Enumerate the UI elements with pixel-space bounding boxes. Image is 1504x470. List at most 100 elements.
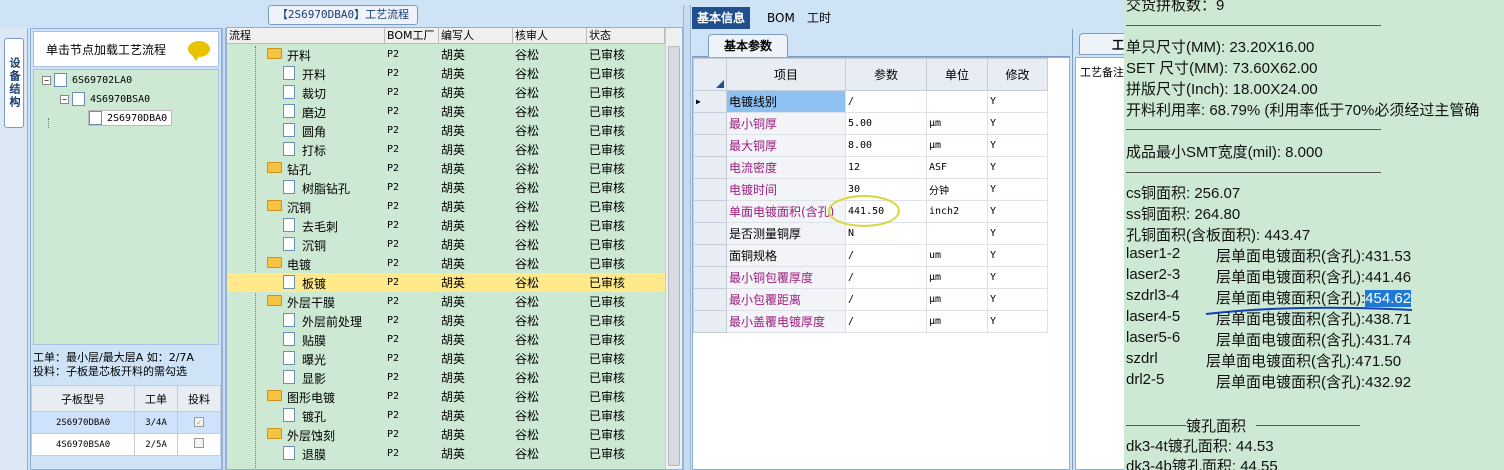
col-header-unit[interactable]: 单位 xyxy=(926,58,988,91)
row-indicator[interactable] xyxy=(693,266,727,289)
col-header-flow[interactable]: 流程 xyxy=(227,28,385,43)
param-item-name[interactable]: 最小包覆距离 xyxy=(726,288,846,311)
row-indicator[interactable] xyxy=(693,156,727,179)
flow-title-tab[interactable]: 【2S6970DBA0】工艺流程 xyxy=(268,5,418,25)
param-item-name[interactable]: 最小铜厚 xyxy=(726,112,846,135)
col-header-status[interactable]: 状态 xyxy=(587,28,665,43)
scrollbar-thumb[interactable] xyxy=(668,46,680,466)
row-indicator[interactable] xyxy=(693,112,727,135)
row-indicator[interactable] xyxy=(693,200,727,223)
param-modify[interactable]: Y xyxy=(987,156,1048,179)
param-unit[interactable]: μm xyxy=(926,288,988,311)
param-unit[interactable]: 分钟 xyxy=(926,178,988,201)
param-modify[interactable]: Y xyxy=(987,222,1048,245)
param-value[interactable]: 8.00 xyxy=(845,134,927,157)
cell-model[interactable]: 2S6970DBA0 xyxy=(30,411,136,434)
param-item-name[interactable]: 电流密度 xyxy=(726,156,846,179)
flow-row[interactable]: 退膜 P2 胡英 谷松 已审核 xyxy=(227,444,665,463)
param-unit[interactable]: inch2 xyxy=(926,200,988,223)
collapse-icon[interactable]: − xyxy=(42,75,51,85)
param-unit[interactable]: um xyxy=(926,244,988,267)
feed-checkbox[interactable] xyxy=(194,438,205,448)
param-modify[interactable]: Y xyxy=(987,266,1048,289)
feed-checkbox[interactable]: ✓ xyxy=(194,417,205,427)
row-indicator[interactable] xyxy=(693,288,727,311)
flow-row[interactable]: 钻孔 P2 胡英 谷松 已审核 xyxy=(227,159,665,178)
param-item-name[interactable]: 面铜规格 xyxy=(726,244,846,267)
flow-row[interactable]: 电镀 P2 胡英 谷松 已审核 xyxy=(227,254,665,273)
tab-bom[interactable]: BOM xyxy=(762,7,800,29)
tab-basic-info[interactable]: 基本信息 xyxy=(692,7,751,29)
param-value[interactable]: / xyxy=(845,288,927,311)
param-unit[interactable]: ASF xyxy=(926,156,988,179)
param-item-name[interactable]: 最小铜包覆厚度 xyxy=(726,266,846,289)
param-unit[interactable]: μm xyxy=(926,134,988,157)
flow-row[interactable]: 图形电镀 P2 胡英 谷松 已审核 xyxy=(227,387,665,406)
param-row[interactable]: 面铜规格 / um Y xyxy=(693,244,1048,267)
param-value[interactable]: 5.00 xyxy=(845,112,927,135)
col-header-param[interactable]: 参数 xyxy=(845,58,927,91)
flow-row[interactable]: 圆角 P2 胡英 谷松 已审核 xyxy=(227,121,665,140)
col-header-item[interactable]: 项目 xyxy=(726,58,846,91)
tree-node[interactable]: − 4S6970BSA0 xyxy=(60,91,150,107)
param-value[interactable]: / xyxy=(845,90,927,113)
flow-row[interactable]: 贴膜 P2 胡英 谷松 已审核 xyxy=(227,330,665,349)
param-row[interactable]: 最小包覆距离 / μm Y xyxy=(693,288,1048,311)
param-value[interactable]: / xyxy=(845,244,927,267)
param-item-name[interactable]: 最小盖覆电镀厚度 xyxy=(726,310,846,333)
param-modify[interactable]: Y xyxy=(987,178,1048,201)
tab-process[interactable]: 工 xyxy=(1079,33,1129,55)
flow-row[interactable]: 沉铜 P2 胡英 谷松 已审核 xyxy=(227,197,665,216)
param-modify[interactable]: Y xyxy=(987,244,1048,267)
flow-row[interactable]: 板镀 P2 胡英 谷松 已审核 xyxy=(227,273,665,292)
row-indicator[interactable]: ▶ xyxy=(693,90,727,113)
param-value[interactable]: / xyxy=(845,266,927,289)
col-header-model[interactable]: 子板型号 xyxy=(30,385,136,412)
param-row[interactable]: 最大铜厚 8.00 μm Y xyxy=(693,134,1048,157)
col-header-bom[interactable]: BOM工厂 xyxy=(385,28,439,43)
flow-row[interactable]: 磨边 P2 胡英 谷松 已审核 xyxy=(227,102,665,121)
row-indicator[interactable] xyxy=(693,222,727,245)
param-item-name[interactable]: 电镀时间 xyxy=(726,178,846,201)
flow-row[interactable]: 沉铜 P2 胡英 谷松 已审核 xyxy=(227,235,665,254)
col-header-modify[interactable]: 修改 xyxy=(987,58,1048,91)
flow-row[interactable]: 镀孔 P2 胡英 谷松 已审核 xyxy=(227,406,665,425)
param-row[interactable]: 电流密度 12 ASF Y xyxy=(693,156,1048,179)
flow-row[interactable]: 曝光 P2 胡英 谷松 已审核 xyxy=(227,349,665,368)
flow-row[interactable]: 外层干膜 P2 胡英 谷松 已审核 xyxy=(227,292,665,311)
param-modify[interactable]: Y xyxy=(987,200,1048,223)
param-value[interactable]: 12 xyxy=(845,156,927,179)
param-unit[interactable] xyxy=(926,222,988,245)
flow-row[interactable]: 外层蚀刻 P2 胡英 谷松 已审核 xyxy=(227,425,665,444)
row-indicator[interactable] xyxy=(693,134,727,157)
tree-node-selected[interactable]: 2S6970DBA0 xyxy=(88,110,173,126)
cell-order[interactable]: 3/4A xyxy=(134,411,179,434)
param-row[interactable]: ▶ 电镀线别 / Y xyxy=(693,90,1048,113)
cell-order[interactable]: 2/5A xyxy=(134,433,179,456)
param-item-name[interactable]: 是否测量铜厚 xyxy=(726,222,846,245)
flow-row[interactable]: 裁切 P2 胡英 谷松 已审核 xyxy=(227,83,665,102)
row-indicator[interactable] xyxy=(693,244,727,267)
tab-device-structure[interactable]: 设备结构 xyxy=(4,38,24,128)
flow-scrollbar[interactable] xyxy=(665,28,682,469)
flow-row[interactable]: 开料 P2 胡英 谷松 已审核 xyxy=(227,64,665,83)
param-row[interactable]: 最小铜厚 5.00 μm Y xyxy=(693,112,1048,135)
param-value[interactable]: / xyxy=(845,310,927,333)
tree-node[interactable]: − 6S69702LA0 xyxy=(42,72,132,88)
flow-row[interactable]: 去毛刺 P2 胡英 谷松 已审核 xyxy=(227,216,665,235)
flow-row[interactable]: 开料 P2 胡英 谷松 已审核 xyxy=(227,45,665,64)
table-row[interactable]: 4S6970BSA0 2/5A xyxy=(30,433,221,456)
param-modify[interactable]: Y xyxy=(987,112,1048,135)
param-modify[interactable]: Y xyxy=(987,134,1048,157)
flow-row[interactable]: 树脂钻孔 P2 胡英 谷松 已审核 xyxy=(227,178,665,197)
param-modify[interactable]: Y xyxy=(987,288,1048,311)
flow-row[interactable]: 打标 P2 胡英 谷松 已审核 xyxy=(227,140,665,159)
splitter[interactable] xyxy=(683,5,691,470)
tab-basic-params[interactable]: 基本参数 xyxy=(708,34,788,57)
param-unit[interactable] xyxy=(926,90,988,113)
param-unit[interactable]: μm xyxy=(926,112,988,135)
param-unit[interactable]: μm xyxy=(926,266,988,289)
col-header-feed[interactable]: 投料 xyxy=(177,385,221,412)
tab-work-hours[interactable]: 工时 xyxy=(802,7,836,29)
param-row[interactable]: 最小铜包覆厚度 / μm Y xyxy=(693,266,1048,289)
